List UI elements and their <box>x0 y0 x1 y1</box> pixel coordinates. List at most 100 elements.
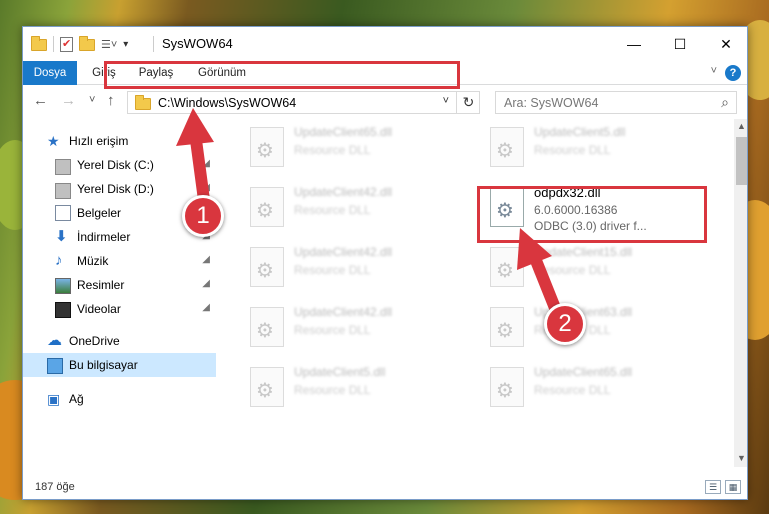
file-item[interactable]: UpdateClient5.dll Resource DLL <box>244 361 464 413</box>
pin-icon[interactable]: ◢ <box>202 254 210 265</box>
pin-icon[interactable]: ◢ <box>202 158 210 169</box>
help-icon[interactable]: ? <box>725 65 741 81</box>
file-name: UpdateClient42.dll <box>294 245 393 259</box>
separator <box>53 36 54 52</box>
sidebar-item-this-pc[interactable]: Bu bilgisayar <box>23 353 216 377</box>
refresh-button[interactable]: ↻ <box>456 91 480 114</box>
file-description: Resource DLL <box>294 203 371 217</box>
sidebar-item-label: Belgeler <box>77 206 122 220</box>
sidebar-item-label: Bu bilgisayar <box>69 358 138 372</box>
file-description: Resource DLL <box>534 383 611 397</box>
sidebar-item-local-disk-d[interactable]: Yerel Disk (D:) ◢ <box>23 177 216 201</box>
file-highlight-box <box>477 186 707 243</box>
pin-icon[interactable]: ◢ <box>202 182 210 193</box>
address-path[interactable]: C:\Windows\SysWOW64 <box>158 96 296 110</box>
file-description: Resource DLL <box>534 263 611 277</box>
sidebar-item-label: Videolar <box>77 302 121 316</box>
new-folder-icon[interactable] <box>79 36 95 51</box>
sidebar-item-local-disk-c[interactable]: Yerel Disk (C:) ◢ <box>23 153 216 177</box>
dll-file-icon <box>490 367 524 407</box>
file-description: Resource DLL <box>534 143 611 157</box>
search-box[interactable]: Ara: SysWOW64 ⌕ <box>495 91 737 114</box>
address-bar[interactable]: C:\Windows\SysWOW64 ˅ <box>127 91 480 114</box>
minimize-button[interactable]: — <box>611 27 657 61</box>
file-item[interactable]: UpdateClient5.dll Resource DLL <box>484 121 704 173</box>
up-button[interactable]: ↑ <box>107 92 115 109</box>
file-item[interactable]: UpdateClient42.dll Resource DLL <box>244 241 464 293</box>
sidebar-item-label: Resimler <box>77 278 125 292</box>
file-item[interactable]: UpdateClient42.dll Resource DLL <box>244 181 464 233</box>
dll-file-icon <box>490 307 524 347</box>
file-name: UpdateClient65.dll <box>294 125 393 139</box>
scroll-up-icon[interactable]: ▲ <box>737 121 746 131</box>
navigation-bar: ← → ˅ ↑ C:\Windows\SysWOW64 ˅ ↻ Ara: Sys… <box>23 85 747 119</box>
sidebar-item-videos[interactable]: Videolar ◢ <box>23 297 216 321</box>
large-icons-view-icon[interactable]: ▦ <box>725 480 741 494</box>
vertical-scrollbar[interactable]: ▲ ▼ <box>734 119 747 467</box>
file-item[interactable]: UpdateClient65.dll Resource DLL <box>484 361 704 413</box>
search-icon[interactable]: ⌕ <box>721 94 729 111</box>
sidebar-item-label: Yerel Disk (C:) <box>77 158 154 172</box>
properties-icon[interactable] <box>60 36 73 52</box>
pictures-icon <box>55 278 71 294</box>
sidebar-item-quick-access[interactable]: ★ Hızlı erişim <box>23 129 216 153</box>
file-name: UpdateClient42.dll <box>294 185 393 199</box>
sidebar-item-network[interactable]: ▣ Ağ <box>23 387 216 411</box>
dll-file-icon <box>490 127 524 167</box>
sidebar-item-pictures[interactable]: Resimler ◢ <box>23 273 216 297</box>
file-item[interactable]: UpdateClient15.dll Resource DLL <box>484 241 704 293</box>
quick-access-toolbar: ☰˅ ▾ <box>31 36 128 52</box>
file-description: Resource DLL <box>294 323 371 337</box>
star-icon: ★ <box>47 133 60 149</box>
step-badge-1: 1 <box>182 195 224 237</box>
forward-button[interactable]: → <box>61 92 76 109</box>
step-badge-2: 2 <box>544 303 586 345</box>
sidebar-item-label: Ağ <box>69 392 84 406</box>
file-item[interactable]: UpdateClient63.dll Resource DLL <box>484 301 704 353</box>
music-icon: ♪ <box>55 252 63 269</box>
separator <box>153 36 154 52</box>
search-placeholder: Ara: SysWOW64 <box>504 96 599 110</box>
sidebar-item-music[interactable]: ♪ Müzik ◢ <box>23 249 216 273</box>
item-count: 187 öğe <box>35 481 75 493</box>
back-button[interactable]: ← <box>33 92 48 109</box>
sidebar-item-label: İndirmeler <box>77 230 131 244</box>
scroll-down-icon[interactable]: ▼ <box>737 453 746 463</box>
maximize-button[interactable]: ☐ <box>657 27 703 61</box>
pin-icon[interactable]: ◢ <box>202 302 210 313</box>
tab-dosya[interactable]: Dosya <box>23 61 77 85</box>
address-dropdown-icon[interactable]: ˅ <box>443 95 449 107</box>
drive-icon <box>55 183 71 199</box>
file-name: UpdateClient42.dll <box>294 305 393 319</box>
file-name: UpdateClient15.dll <box>534 245 633 259</box>
details-view-icon[interactable]: ☰ <box>705 480 721 494</box>
dll-file-icon <box>250 127 284 167</box>
file-name: UpdateClient65.dll <box>534 365 633 379</box>
folder-icon <box>135 95 151 110</box>
explorer-window: ☰˅ ▾ SysWOW64 — ☐ ✕ Dosya Giriş Paylaş G… <box>22 26 748 500</box>
dll-file-icon <box>250 247 284 287</box>
folder-icon <box>31 36 47 51</box>
file-description: Resource DLL <box>294 383 371 397</box>
sidebar-item-onedrive[interactable]: ☁ OneDrive <box>23 329 216 353</box>
pin-icon[interactable]: ◢ <box>202 278 210 289</box>
file-description: Resource DLL <box>294 143 371 157</box>
file-name: UpdateClient5.dll <box>294 365 386 379</box>
toolbar-dropdown-icon[interactable]: ▾ <box>123 39 128 50</box>
file-item[interactable]: UpdateClient65.dll Resource DLL <box>244 121 464 173</box>
videos-icon <box>55 302 71 318</box>
sidebar-item-label: Hızlı erişim <box>69 134 129 148</box>
file-item[interactable]: UpdateClient42.dll Resource DLL <box>244 301 464 353</box>
scrollbar-thumb[interactable] <box>736 137 747 185</box>
sidebar-item-label: Müzik <box>77 254 109 268</box>
close-button[interactable]: ✕ <box>703 27 747 61</box>
dll-file-icon <box>490 247 524 287</box>
customize-toolbar-icon[interactable]: ☰˅ <box>101 38 117 51</box>
document-icon <box>55 205 71 221</box>
file-list: UpdateClient65.dll Resource DLL UpdateCl… <box>220 119 734 467</box>
dll-file-icon <box>250 187 284 227</box>
dll-file-icon <box>250 307 284 347</box>
ribbon-collapse-icon[interactable]: ˅ <box>711 65 717 77</box>
recent-locations-button[interactable]: ˅ <box>89 94 95 106</box>
network-icon: ▣ <box>47 391 61 407</box>
